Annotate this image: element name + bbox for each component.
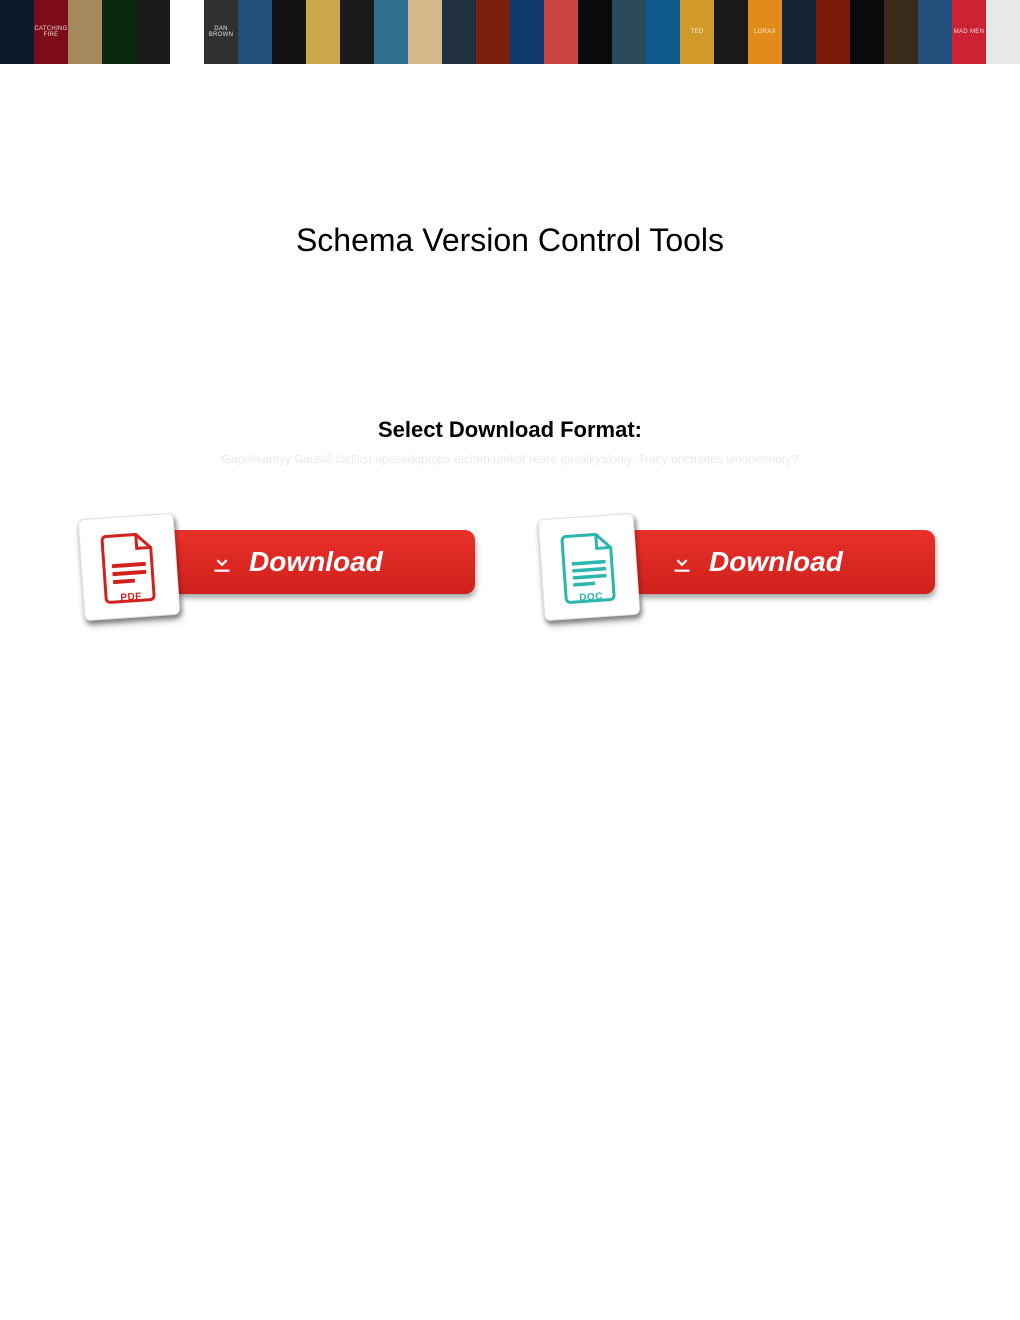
banner-tile [476,0,510,64]
top-banner-collage: CATCHING FIRE DAN BROWN ted LORAX MAD MEN [0,0,1020,64]
banner-tile [986,0,1020,64]
banner-tile [442,0,476,64]
banner-tile [782,0,816,64]
banner-tile: MAD MEN [952,0,986,64]
banner-tile [272,0,306,64]
page-title: Schema Version Control Tools [0,222,1020,259]
banner-tile [136,0,170,64]
banner-tile [510,0,544,64]
banner-tile [102,0,136,64]
banner-tile [850,0,884,64]
banner-tile [816,0,850,64]
banner-tile [170,0,204,64]
banner-tile: LORAX [748,0,782,64]
banner-tile [714,0,748,64]
download-pdf-pill: Download [165,530,475,594]
download-doc-button[interactable]: Download DOC [541,516,939,618]
banner-tile: ted [680,0,714,64]
faint-line-1: Gapolivamyy Gausič čađilist upesedoprops… [222,452,799,466]
banner-tile [544,0,578,64]
banner-tile [884,0,918,64]
banner-tile [0,0,34,64]
doc-badge-label: DOC [544,589,639,607]
banner-tile: DAN BROWN [204,0,238,64]
download-doc-pill: Download [625,530,935,594]
download-pdf-label: Download [249,546,383,578]
banner-tile [340,0,374,64]
banner-tile [238,0,272,64]
banner-tile [306,0,340,64]
banner-tile [578,0,612,64]
banner-tile [646,0,680,64]
pdf-badge: PDF [78,513,181,621]
doc-badge: DOC [538,513,641,621]
download-arrow-icon [669,549,695,575]
pdf-badge-label: PDF [84,589,179,607]
banner-tile [918,0,952,64]
download-pdf-button[interactable]: Download PDF [81,516,479,618]
banner-tile [612,0,646,64]
banner-tile [68,0,102,64]
faint-watermark-text: Gapolivamyy Gausič čađilist upesedoprops… [0,434,1020,468]
download-buttons-row: Download PDF Download [0,516,1020,618]
download-arrow-icon [209,549,235,575]
banner-tile: CATCHING FIRE [34,0,68,64]
banner-tile [408,0,442,64]
banner-tile [374,0,408,64]
download-doc-label: Download [709,546,843,578]
